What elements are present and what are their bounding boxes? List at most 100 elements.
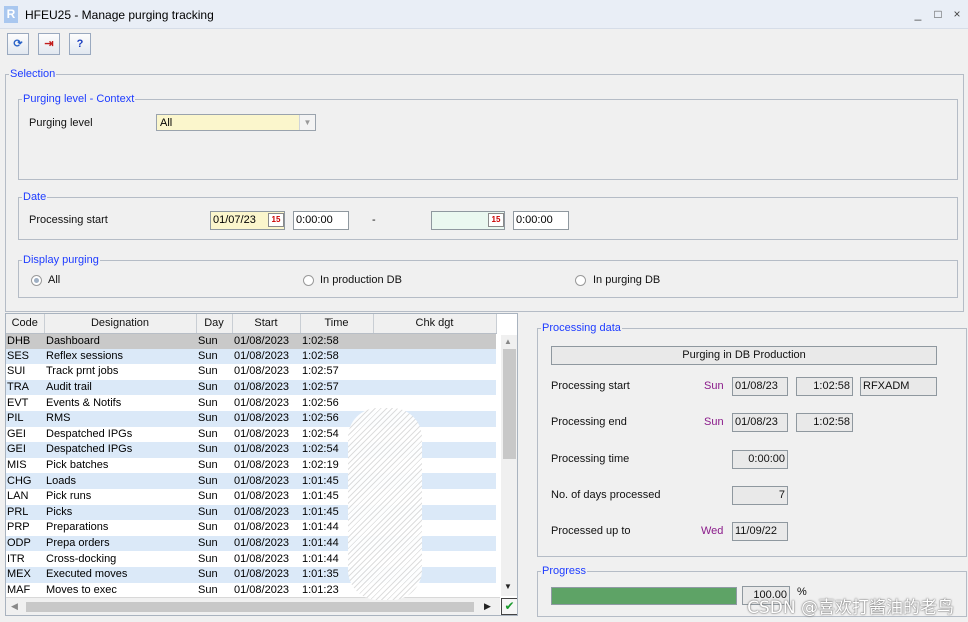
to-time-value: 0:00:00 xyxy=(516,214,553,226)
table-row[interactable]: TRA Audit trail Sun 01/08/2023 1:02:57 xyxy=(6,379,496,396)
table-row[interactable]: MIS Pick batches Sun 01/08/2023 1:02:19 xyxy=(6,457,496,474)
days-processed-label: No. of days processed xyxy=(551,489,661,501)
table-row[interactable]: DHB Dashboard Sun 01/08/2023 1:02:58 xyxy=(6,333,496,349)
calendar-icon[interactable]: 15 xyxy=(488,213,504,227)
scroll-down-icon[interactable]: ▼ xyxy=(504,582,512,591)
processing-start-date: 01/08/23 xyxy=(732,377,788,396)
scroll-right-icon[interactable]: ▶ xyxy=(484,601,491,612)
cell-code: GEI xyxy=(6,442,44,458)
cell-chk-dgt xyxy=(373,333,496,349)
days-processed-value: 7 xyxy=(778,489,785,501)
radio-purging-db[interactable] xyxy=(575,275,586,286)
column-header-designation[interactable]: Designation xyxy=(44,314,197,334)
cell-designation: Cross-docking xyxy=(44,551,196,567)
processing-time-value: 0:00:00 xyxy=(748,453,785,465)
chevron-down-icon[interactable]: ▼ xyxy=(299,115,315,130)
cell-designation: Track prnt jobs xyxy=(44,364,196,380)
processing-time-label: Processing time xyxy=(551,453,630,465)
checkmark-icon: ✔ xyxy=(504,599,515,613)
scroll-left-icon[interactable]: ◀ xyxy=(11,601,18,612)
processing-start-label: Processing start xyxy=(29,214,108,226)
calendar-icon[interactable]: 15 xyxy=(268,213,284,227)
purge-table[interactable]: Code Designation Day Start Time Chk dgt … xyxy=(5,313,518,616)
table-row[interactable]: SUI Track prnt jobs Sun 01/08/2023 1:02:57 xyxy=(6,364,496,380)
window-title: HFEU25 - Manage purging tracking xyxy=(25,8,214,22)
table-row[interactable]: PRP Preparations Sun 01/08/2023 1:01:44 xyxy=(6,520,496,536)
column-header-time[interactable]: Time xyxy=(300,314,374,334)
from-time-field[interactable]: 0:00:00 xyxy=(293,211,349,230)
table-row[interactable]: GEI Despatched IPGs Sun 01/08/2023 1:02:54 xyxy=(6,442,496,458)
cell-designation: Picks xyxy=(44,504,196,521)
radio-all[interactable] xyxy=(31,275,42,286)
cell-day: Sun xyxy=(196,348,232,365)
refresh-button[interactable]: ⟳ xyxy=(7,33,29,55)
from-time-value: 0:00:00 xyxy=(296,214,333,226)
help-icon: ? xyxy=(76,38,84,50)
column-header-code[interactable]: Code xyxy=(6,314,45,334)
cell-day: Sun xyxy=(196,426,232,443)
cell-start: 01/08/2023 xyxy=(232,442,300,458)
maximize-button[interactable]: □ xyxy=(931,7,945,21)
purging-level-select[interactable]: All ▼ xyxy=(156,114,316,131)
processing-data-legend: Processing data xyxy=(542,322,621,334)
cell-code: EVT xyxy=(6,395,44,411)
column-header-chk-dgt[interactable]: Chk dgt xyxy=(373,314,497,334)
table-row[interactable]: GEI Despatched IPGs Sun 01/08/2023 1:02:54 xyxy=(6,426,496,443)
cell-chk-dgt xyxy=(373,348,496,365)
column-header-start[interactable]: Start xyxy=(232,314,301,334)
cell-day: Sun xyxy=(196,582,232,599)
table-row[interactable]: EVT Events & Notifs Sun 01/08/2023 1:02:56 xyxy=(6,395,496,411)
processed-up-to-label: Processed up to xyxy=(551,525,631,537)
cell-designation: Preparations xyxy=(44,520,196,536)
cell-start: 01/08/2023 xyxy=(232,426,300,443)
cell-start: 01/08/2023 xyxy=(232,379,300,396)
days-processed-field: 7 xyxy=(732,486,788,505)
validate-button[interactable]: ✔ xyxy=(501,598,517,615)
minimize-button[interactable]: _ xyxy=(911,7,925,21)
processing-end-date: 01/08/23 xyxy=(732,413,788,432)
cell-day: Sun xyxy=(196,488,232,505)
cell-designation: Audit trail xyxy=(44,379,196,396)
processed-up-to-date: 11/09/22 xyxy=(732,522,788,541)
table-row[interactable]: SES Reflex sessions Sun 01/08/2023 1:02:58 xyxy=(6,348,496,365)
cell-start: 01/08/2023 xyxy=(232,395,300,411)
cell-day: Sun xyxy=(196,520,232,536)
cell-day: Sun xyxy=(196,379,232,396)
cell-designation: Despatched IPGs xyxy=(44,442,196,458)
column-header-day[interactable]: Day xyxy=(196,314,233,334)
toolbar: ⟳ ⇥ ? xyxy=(0,29,968,61)
vertical-scrollbar[interactable]: ▲ ▼ xyxy=(501,335,517,596)
table-row[interactable]: CHG Loads Sun 01/08/2023 1:01:45 xyxy=(6,473,496,489)
cell-code: SUI xyxy=(6,364,44,380)
scroll-up-icon[interactable]: ▲ xyxy=(504,337,512,346)
table-row[interactable]: MAF Moves to exec Sun 01/08/2023 1:01:23 xyxy=(6,582,496,599)
vertical-scroll-thumb[interactable] xyxy=(503,349,516,459)
horizontal-scroll-thumb[interactable] xyxy=(26,602,474,612)
cell-code: SES xyxy=(6,348,44,365)
purge-table-body: Code Designation Day Start Time Chk dgt … xyxy=(6,314,497,599)
processed-up-to-value: 11/09/22 xyxy=(735,525,778,537)
progress-legend: Progress xyxy=(542,565,587,577)
cell-day: Sun xyxy=(196,333,232,349)
table-row[interactable]: MEX Executed moves Sun 01/08/2023 1:01:35 xyxy=(6,566,496,583)
date-legend: Date xyxy=(23,191,47,203)
horizontal-scrollbar[interactable]: ◀ ▶ xyxy=(6,597,500,615)
exit-button[interactable]: ⇥ xyxy=(38,33,60,55)
radio-production-db[interactable] xyxy=(303,275,314,286)
table-row[interactable]: LAN Pick runs Sun 01/08/2023 1:01:45 xyxy=(6,488,496,505)
to-time-field[interactable]: 0:00:00 xyxy=(513,211,569,230)
radio-production-db-label: In production DB xyxy=(320,274,402,286)
table-row[interactable]: ITR Cross-docking Sun 01/08/2023 1:01:44 xyxy=(6,551,496,567)
cell-start: 01/08/2023 xyxy=(232,535,300,552)
processing-end-label: Processing end xyxy=(551,416,627,428)
processing-end-date-value: 01/08/23 xyxy=(735,416,778,428)
cell-chk-dgt xyxy=(373,379,496,396)
table-row[interactable]: PIL RMS Sun 01/08/2023 1:02:56 xyxy=(6,410,496,427)
table-row[interactable]: PRL Picks Sun 01/08/2023 1:01:45 xyxy=(6,504,496,521)
cell-start: 01/08/2023 xyxy=(232,582,300,599)
help-button[interactable]: ? xyxy=(69,33,91,55)
processing-end-day: Sun xyxy=(704,416,724,428)
cell-code: TRA xyxy=(6,379,44,396)
table-row[interactable]: ODP Prepa orders Sun 01/08/2023 1:01:44 xyxy=(6,535,496,552)
close-button[interactable]: × xyxy=(950,7,964,21)
